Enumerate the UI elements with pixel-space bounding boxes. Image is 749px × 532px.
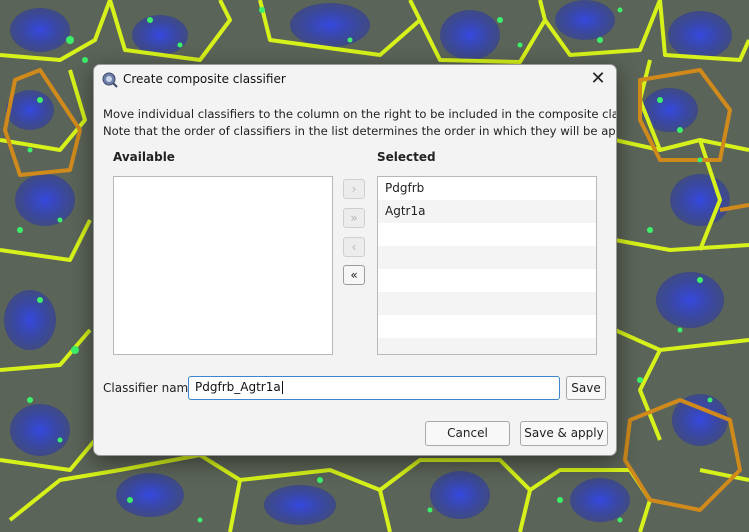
selected-header: Selected xyxy=(377,150,436,164)
save-button[interactable]: Save xyxy=(566,376,606,400)
list-item[interactable]: Agtr1a xyxy=(378,200,596,223)
classifier-name-input[interactable]: Pdgfrb_Agtr1a xyxy=(188,376,560,400)
available-list[interactable] xyxy=(113,176,333,355)
selected-list[interactable]: Pdgfrb Agtr1a xyxy=(377,176,597,355)
empty-row xyxy=(378,292,596,315)
dialog-titlebar: Create composite classifier ✕ xyxy=(94,65,616,95)
save-and-apply-button[interactable]: Save & apply xyxy=(520,421,608,446)
close-icon[interactable]: ✕ xyxy=(586,68,610,92)
empty-row xyxy=(378,315,596,338)
move-one-right-button[interactable]: › xyxy=(343,179,365,199)
description-line: Move individual classifiers to the colum… xyxy=(103,107,617,121)
qupath-app-icon xyxy=(102,72,118,88)
create-composite-classifier-dialog: Create composite classifier ✕ Move indiv… xyxy=(93,64,617,456)
dialog-title: Create composite classifier xyxy=(123,72,286,86)
dialog-description: Move individual classifiers to the colum… xyxy=(103,106,617,140)
classifier-name-label: Classifier name xyxy=(103,381,196,395)
available-header: Available xyxy=(113,150,175,164)
move-one-left-button[interactable]: ‹ xyxy=(343,237,365,257)
empty-row xyxy=(378,338,596,354)
description-line: Note that the order of classifiers in th… xyxy=(103,124,617,138)
empty-row xyxy=(378,246,596,269)
empty-row xyxy=(378,223,596,246)
move-all-left-button[interactable]: « xyxy=(343,265,365,285)
classifier-name-value: Pdgfrb_Agtr1a xyxy=(195,380,281,394)
empty-row xyxy=(378,269,596,292)
move-all-right-button[interactable]: » xyxy=(343,208,365,228)
cancel-button[interactable]: Cancel xyxy=(425,421,510,446)
text-caret xyxy=(281,381,283,394)
list-item[interactable]: Pdgfrb xyxy=(378,177,596,200)
